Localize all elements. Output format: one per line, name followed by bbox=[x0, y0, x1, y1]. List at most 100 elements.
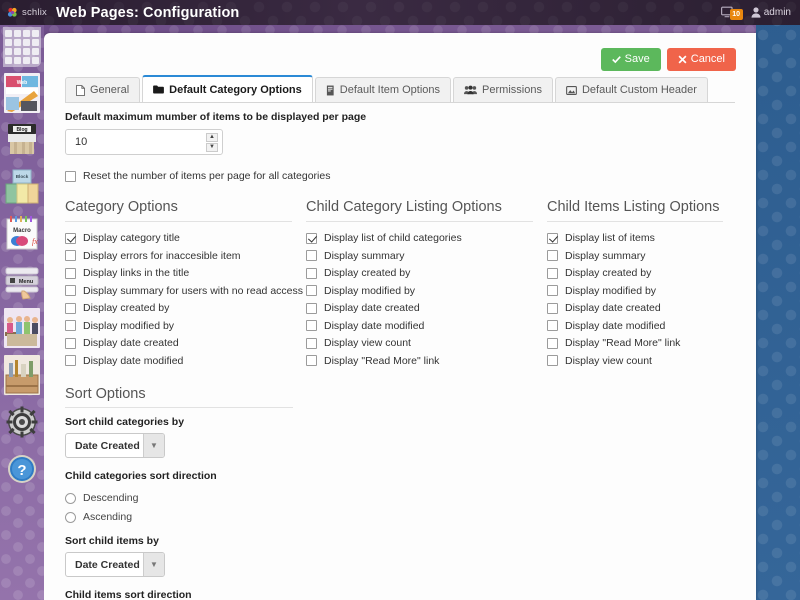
option-checkbox[interactable] bbox=[65, 232, 76, 244]
option-checkbox[interactable] bbox=[65, 302, 76, 314]
sidebar-item-macro[interactable]: Macro fx bbox=[0, 210, 44, 257]
option-row[interactable]: Display links in the title bbox=[65, 267, 306, 279]
child-items-sort-direction-label: Child items sort direction bbox=[65, 589, 192, 600]
option-checkbox[interactable] bbox=[306, 250, 317, 261]
content-panel: Save Cancel General Default Category Opt… bbox=[44, 33, 756, 600]
option-row[interactable]: Display created by bbox=[547, 267, 737, 279]
option-row[interactable]: Display date created bbox=[306, 302, 547, 314]
sidebar-item-tools[interactable] bbox=[0, 351, 44, 398]
option-row[interactable]: Display created by bbox=[65, 302, 306, 314]
admin-label: admin bbox=[763, 7, 791, 18]
option-checkbox[interactable] bbox=[547, 302, 558, 314]
option-checkbox[interactable] bbox=[547, 337, 558, 349]
option-row[interactable]: Display summary bbox=[306, 250, 547, 262]
users-group-icon bbox=[464, 85, 478, 95]
max-items-input[interactable]: 10 ▲ ▼ bbox=[65, 129, 223, 155]
tab-default-custom-header[interactable]: Default Custom Header bbox=[554, 77, 708, 102]
tab-default-item-options[interactable]: Default Item Options bbox=[314, 77, 452, 102]
option-checkbox[interactable] bbox=[65, 267, 76, 279]
sidebar-item-blocks[interactable]: Block bbox=[0, 163, 44, 210]
option-checkbox[interactable] bbox=[65, 250, 76, 261]
option-checkbox[interactable] bbox=[306, 267, 317, 279]
option-row[interactable]: Display view count bbox=[306, 337, 547, 349]
sidebar-item-blog[interactable]: Blog bbox=[0, 116, 44, 163]
sidebar-item-web-pages[interactable]: Web bbox=[0, 69, 44, 116]
option-row[interactable]: Display modified by bbox=[306, 285, 547, 297]
brand-name: schlix bbox=[22, 7, 47, 18]
sidebar-item-users[interactable] bbox=[0, 304, 44, 351]
option-checkbox[interactable] bbox=[547, 320, 558, 331]
option-row[interactable]: Display category title bbox=[65, 232, 306, 244]
option-checkbox[interactable] bbox=[65, 285, 76, 296]
child-categories-ascending-row[interactable]: Ascending bbox=[65, 511, 293, 523]
option-row[interactable]: Display view count bbox=[547, 355, 737, 367]
column-category-options: Category Options Display category title … bbox=[65, 199, 306, 372]
option-checkbox[interactable] bbox=[547, 250, 558, 261]
reset-items-row[interactable]: Reset the number of items per page for a… bbox=[65, 170, 737, 182]
option-checkbox[interactable] bbox=[65, 355, 76, 366]
svg-text:Block: Block bbox=[16, 174, 29, 179]
option-row[interactable]: Display "Read More" link bbox=[306, 355, 547, 367]
option-label: Display date created bbox=[83, 337, 179, 349]
option-checkbox[interactable] bbox=[306, 355, 317, 366]
check-icon bbox=[611, 56, 621, 64]
sidebar-item-menu[interactable]: Menu bbox=[0, 257, 44, 304]
option-row[interactable]: Display summary bbox=[547, 250, 737, 262]
tab-default-category-options[interactable]: Default Category Options bbox=[142, 75, 313, 102]
option-row[interactable]: Display date created bbox=[547, 302, 737, 314]
child-items-listing-list: Display list of items Display summary Di… bbox=[547, 232, 737, 367]
option-row[interactable]: Display date modified bbox=[306, 320, 547, 332]
stepper-down-arrow[interactable]: ▼ bbox=[206, 142, 218, 152]
option-row[interactable]: Display date created bbox=[65, 337, 306, 349]
menu-thumbnail-icon: Menu bbox=[5, 267, 39, 300]
cancel-button[interactable]: Cancel bbox=[666, 48, 736, 71]
option-row[interactable]: Display "Read More" link bbox=[547, 337, 737, 349]
option-label: Display created by bbox=[565, 267, 652, 279]
option-row[interactable]: Display date modified bbox=[547, 320, 737, 332]
option-checkbox[interactable] bbox=[306, 337, 317, 349]
svg-text:Menu: Menu bbox=[19, 279, 33, 285]
option-checkbox[interactable] bbox=[306, 285, 317, 296]
grid-icon bbox=[3, 27, 41, 67]
sidebar-item-apps-grid[interactable] bbox=[0, 25, 44, 69]
option-checkbox[interactable] bbox=[306, 302, 317, 314]
tab-general[interactable]: General bbox=[65, 77, 141, 102]
admin-user-menu[interactable]: admin bbox=[751, 7, 791, 18]
option-checkbox[interactable] bbox=[65, 337, 76, 349]
option-checkbox[interactable] bbox=[547, 267, 558, 279]
site-preview-button[interactable]: 10 bbox=[720, 6, 743, 20]
form-body: Default maximum mumber of items to be di… bbox=[65, 105, 737, 600]
tab-permissions[interactable]: Permissions bbox=[453, 77, 553, 102]
notification-badge: 10 bbox=[729, 8, 743, 20]
sort-child-items-by-select[interactable]: Date Created ▼ bbox=[65, 552, 165, 577]
top-header-bar: schlix Web Pages: Configuration 10 admin bbox=[0, 0, 800, 25]
option-row[interactable]: Display summary for users with no read a… bbox=[65, 285, 306, 297]
sort-child-categories-by-select[interactable]: Date Created ▼ bbox=[65, 433, 165, 458]
option-label: Display summary bbox=[565, 249, 646, 262]
option-checkbox[interactable] bbox=[306, 320, 317, 331]
option-row[interactable]: Display modified by bbox=[65, 320, 306, 332]
option-row[interactable]: Display list of child categories bbox=[306, 232, 547, 244]
child-categories-descending-radio[interactable] bbox=[65, 492, 76, 504]
child-categories-ascending-radio[interactable] bbox=[65, 511, 76, 523]
child-categories-descending-row[interactable]: Descending bbox=[65, 492, 293, 504]
max-items-stepper[interactable]: ▲ ▼ bbox=[206, 132, 218, 152]
save-button[interactable]: Save bbox=[600, 48, 661, 71]
reset-items-label: Reset the number of items per page for a… bbox=[83, 170, 331, 182]
sidebar-item-settings[interactable] bbox=[0, 398, 44, 445]
option-row[interactable]: Display modified by bbox=[547, 285, 737, 297]
option-row[interactable]: Display date modified bbox=[65, 355, 306, 367]
option-checkbox[interactable] bbox=[65, 320, 76, 331]
sidebar-item-help[interactable]: ? bbox=[0, 445, 44, 492]
option-checkbox[interactable] bbox=[547, 355, 558, 366]
option-row[interactable]: Display errors for inaccesible item bbox=[65, 250, 306, 262]
reset-items-checkbox[interactable] bbox=[65, 170, 76, 182]
option-row[interactable]: Display list of items bbox=[547, 232, 737, 244]
stepper-up-arrow[interactable]: ▲ bbox=[206, 132, 218, 142]
option-checkbox[interactable] bbox=[547, 232, 558, 244]
option-checkbox[interactable] bbox=[306, 232, 317, 244]
option-checkbox[interactable] bbox=[547, 285, 558, 296]
brand-logo-area[interactable]: schlix bbox=[0, 7, 48, 18]
option-row[interactable]: Display created by bbox=[306, 267, 547, 279]
image-icon bbox=[566, 85, 577, 95]
